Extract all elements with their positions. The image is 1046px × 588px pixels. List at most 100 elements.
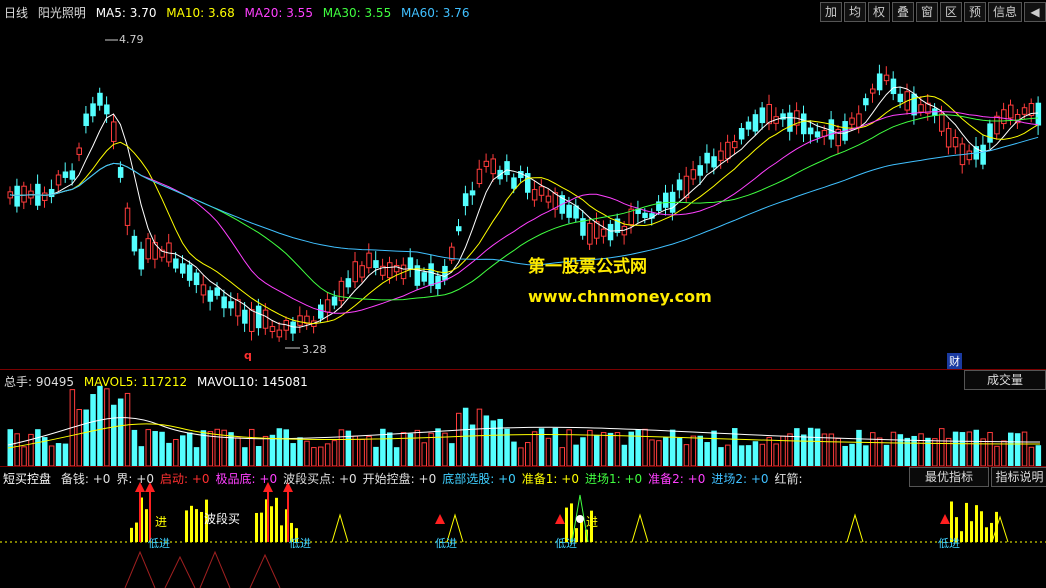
di-jin-label: 低进	[148, 537, 170, 550]
volume-bar	[97, 385, 103, 466]
candle-body	[697, 165, 703, 176]
candle-body	[262, 309, 269, 329]
candle-body	[373, 260, 379, 269]
volume-bar	[338, 429, 345, 466]
volume-bar	[324, 443, 331, 466]
price-low-label: 3.28	[302, 343, 327, 356]
ma5-value: MA5: 3.70	[95, 6, 157, 20]
toolbar-average-button[interactable]: 均	[844, 2, 866, 22]
ma10-line	[9, 95, 1039, 325]
volume-bar	[207, 431, 214, 466]
price-high-label: 4.79	[119, 33, 144, 46]
candle-body	[856, 113, 862, 128]
volume-bar	[801, 434, 807, 466]
volume-bar	[718, 447, 724, 466]
volume-bar	[939, 428, 945, 466]
volume-bar	[490, 420, 496, 466]
ma30-value: MA30: 3.55	[322, 6, 392, 20]
volume-bar	[283, 429, 289, 466]
volume-bar	[131, 429, 138, 466]
indicator-peak	[331, 513, 349, 543]
volume-bar	[186, 432, 193, 466]
indicator-chart-panel[interactable]: 短买控盘 备钱: +0 界: +0 启动: +0 极品底: +0 波段买点: +0 开始控…	[0, 466, 1046, 588]
volume-bar	[35, 429, 41, 466]
candle-body	[732, 141, 738, 149]
candle-body	[718, 150, 724, 161]
volume-mode-button[interactable]: 成交量	[964, 370, 1046, 390]
candle-body	[331, 296, 338, 306]
volume-bar	[952, 431, 959, 466]
toolbar-window-button[interactable]: 窗	[916, 2, 938, 22]
toolbar-info-button[interactable]: 信息	[988, 2, 1022, 22]
candle-body	[200, 284, 207, 296]
volume-bar	[600, 432, 607, 466]
volume-bar	[518, 447, 524, 466]
candle-body	[814, 131, 821, 138]
volume-bar	[897, 434, 904, 466]
volume-bar	[759, 443, 766, 466]
candle-body	[704, 152, 710, 164]
toolbar-forecast-button[interactable]: 预	[964, 2, 986, 22]
indicator-bar	[260, 512, 263, 542]
candle-body	[421, 272, 427, 282]
indicator-bar	[195, 509, 198, 542]
volume-bar	[925, 437, 931, 466]
indicator-item-7: 准备1: +0	[521, 472, 579, 486]
volume-bar	[704, 442, 710, 466]
candle-body	[104, 104, 110, 115]
toolbar-overlay-button[interactable]: 叠	[892, 2, 914, 22]
candle-body	[131, 235, 138, 252]
candle-body	[876, 73, 883, 91]
toolbar-range-button[interactable]: 区	[940, 2, 962, 22]
volume-bar	[863, 445, 869, 466]
volume-bar	[111, 404, 117, 466]
volume-bar	[642, 428, 648, 466]
di-jin-label-4: 低进	[555, 537, 577, 550]
ma10-value: MA10: 3.68	[166, 6, 235, 20]
volume-bar	[918, 433, 924, 466]
volume-bar	[387, 432, 393, 466]
bo-duan-mai-label: 波段买	[204, 512, 241, 526]
volume-bar	[407, 433, 414, 466]
volume-bar	[497, 418, 503, 466]
volume-bar	[573, 444, 579, 466]
finance-marker[interactable]: 财	[947, 353, 962, 369]
indicator-item-9: 准备2: +0	[648, 472, 706, 486]
volume-bar	[366, 435, 372, 466]
best-indicator-button[interactable]: 最优指标	[909, 467, 989, 487]
volume-bar	[635, 429, 641, 466]
indicator-item-11: 红箭:	[774, 472, 803, 486]
indicator-bar	[255, 512, 258, 542]
candle-body	[766, 104, 772, 125]
volume-bar	[959, 432, 966, 466]
volume-bar	[55, 443, 62, 466]
volume-bar	[870, 432, 876, 466]
volume-bar	[738, 445, 745, 466]
volume-bar	[14, 433, 20, 466]
chart-toolbar: 加 均 权 叠 窗 区 预 信息 ◀	[818, 2, 1046, 22]
volume-bar	[849, 443, 855, 466]
toolbar-add-button[interactable]: 加	[820, 2, 842, 22]
indicator-explain-button[interactable]: 指标说明	[991, 467, 1046, 487]
indicator-name: 短买控盘	[3, 472, 52, 486]
candle-body	[566, 204, 572, 218]
candle-body	[324, 299, 331, 313]
indicator-bar	[185, 510, 188, 542]
candle-body	[870, 88, 876, 94]
volume-bar	[62, 443, 69, 466]
period-label: 日线	[4, 6, 29, 20]
indicator-bar	[985, 527, 988, 542]
candle-body	[663, 192, 669, 208]
candle-body	[21, 185, 27, 203]
volume-chart-panel[interactable]: 总手: 90495 MAVOL5: 117212 MAVOL10: 145081…	[0, 369, 1046, 466]
candle-body	[69, 170, 76, 180]
toolbar-rights-button[interactable]: 权	[868, 2, 890, 22]
toolbar-collapse-button[interactable]: ◀	[1024, 2, 1046, 22]
price-chart-panel[interactable]: 日线 阳光照明 MA5: 3.70 MA10: 3.68 MA20: 3.55 …	[0, 0, 1046, 369]
candle-body	[469, 190, 476, 196]
candlestick-chart[interactable]	[0, 0, 1046, 368]
candle-body	[676, 179, 683, 191]
candle-body	[214, 287, 220, 296]
candle-body	[538, 186, 545, 196]
candle-body	[83, 113, 89, 126]
